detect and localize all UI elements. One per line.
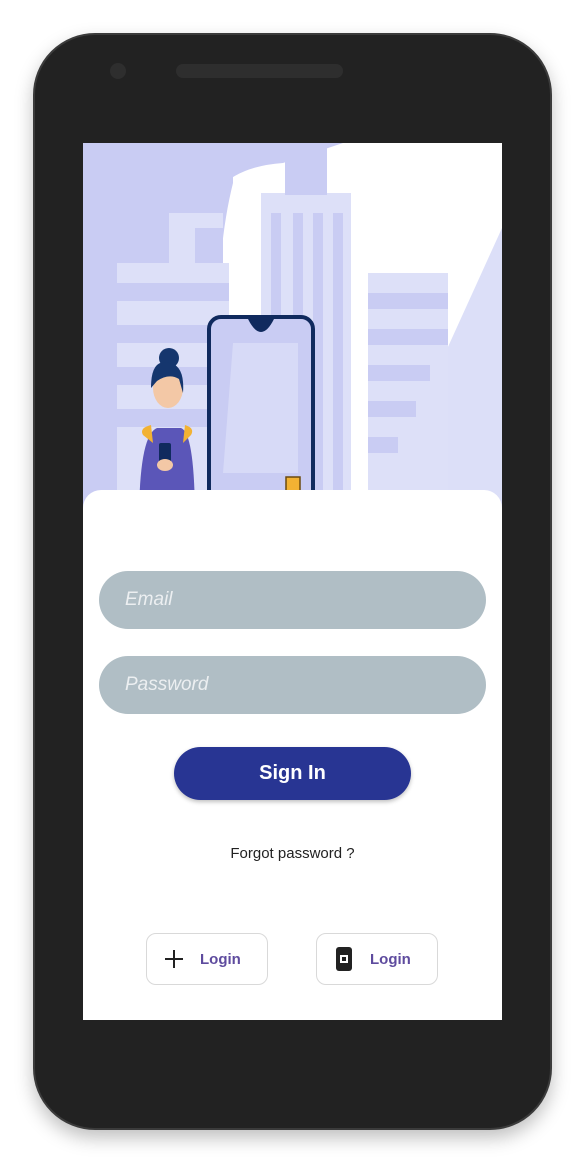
app-badge-icon (334, 947, 354, 971)
social-login-button-plus[interactable]: Login (146, 933, 268, 985)
plus-icon (164, 947, 184, 971)
speaker-grille (176, 64, 343, 78)
city-illustration (83, 143, 502, 523)
login-card: Sign In Forgot password ? Login Login (83, 490, 502, 1020)
sign-in-button[interactable]: Sign In (174, 747, 411, 800)
social-login-label: Login (200, 950, 241, 968)
app-screen: Sign In Forgot password ? Login Login (83, 143, 502, 1020)
email-field[interactable] (99, 571, 486, 629)
password-field[interactable] (99, 656, 486, 714)
social-login-label: Login (370, 950, 411, 968)
forgot-password-link[interactable]: Forgot password ? (83, 845, 502, 862)
social-login-button-badge[interactable]: Login (316, 933, 438, 985)
front-camera (110, 63, 126, 79)
